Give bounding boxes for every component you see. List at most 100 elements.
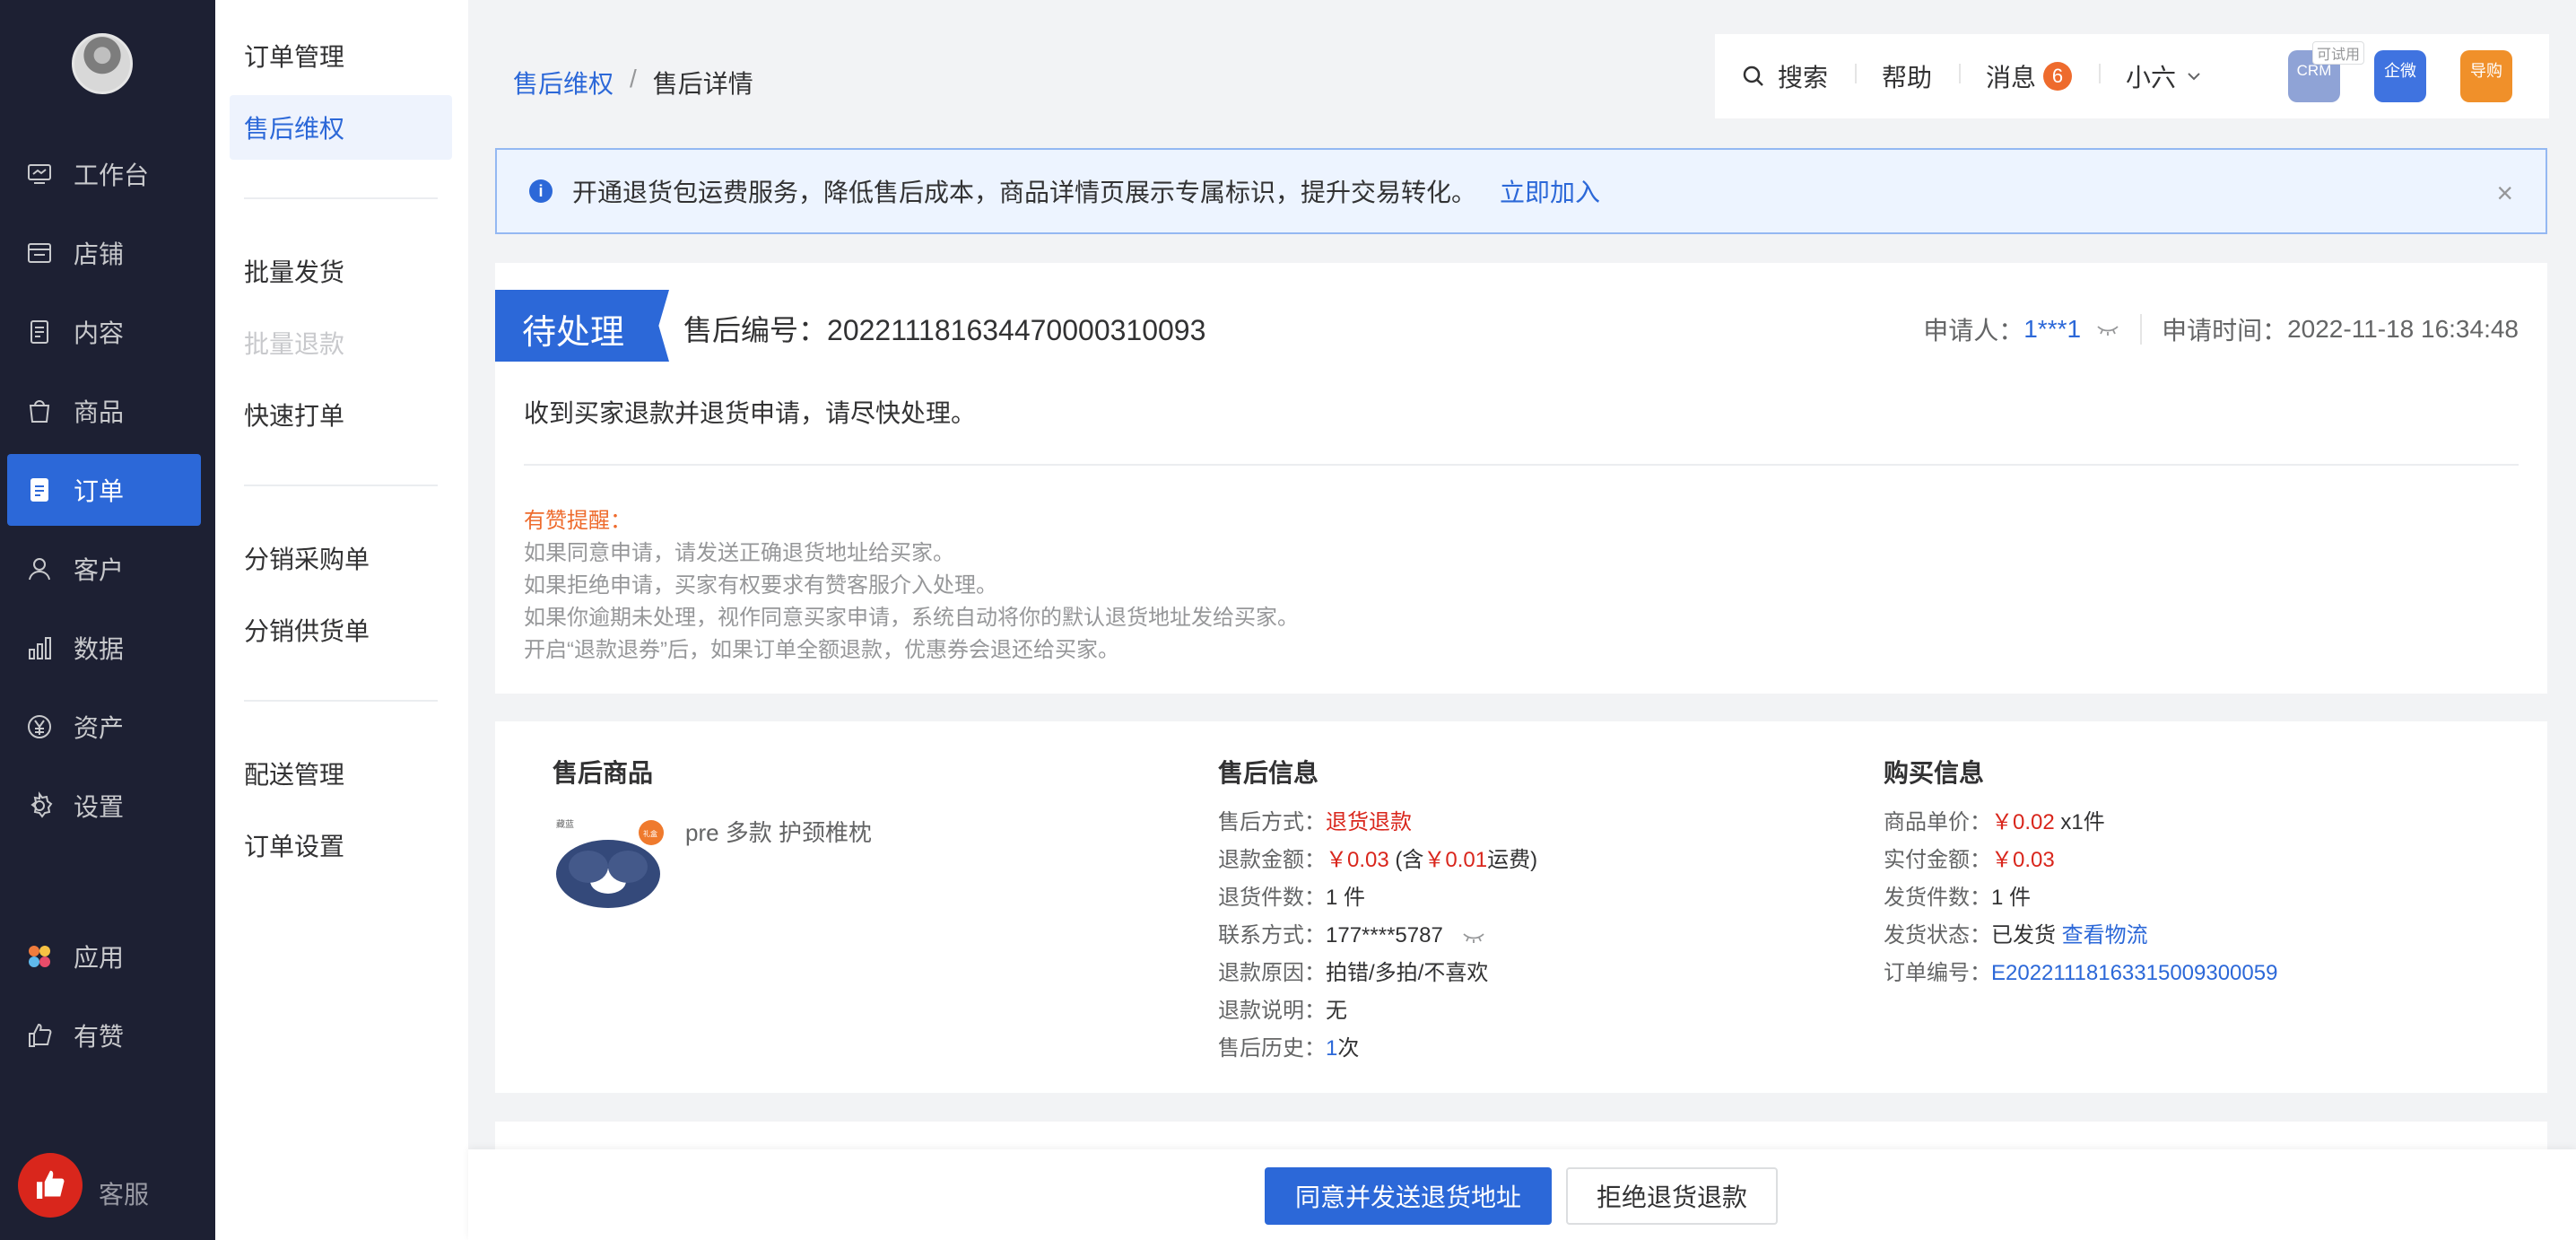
search-button[interactable]: 搜索 (1715, 58, 1855, 94)
nav-item-goods[interactable]: 商品 (7, 375, 201, 447)
order-number-link[interactable]: E20221118163315009300059 (1991, 961, 2277, 985)
subnav-item-distribution-purchase[interactable]: 分销采购单 (230, 526, 452, 590)
nav-item-order[interactable]: 订单 (7, 454, 201, 526)
product-image-tag: 藏蓝 (556, 819, 574, 830)
breadcrumb-current: 售后详情 (652, 70, 753, 98)
aftersale-method-row: 售后方式：退货退款 (1218, 804, 1537, 842)
messages-button[interactable]: 消息 6 (1959, 58, 2099, 94)
user-menu[interactable]: 小六 (2099, 58, 2230, 94)
return-count-row: 退货件数：1 件 (1218, 879, 1537, 917)
wecom-label: 企微 (2384, 62, 2416, 80)
nav-label: 设置 (74, 793, 125, 821)
data-icon (29, 637, 51, 659)
nav-item-data[interactable]: 数据 (7, 612, 201, 684)
eye-closed-icon[interactable] (2095, 320, 2120, 338)
tip-line: 如果拒绝申请，买家有权要求有赞客服介入处理。 (524, 573, 997, 598)
nav-item-store[interactable]: 店铺 (7, 217, 201, 289)
applicant-label: 申请人： (1923, 317, 2024, 345)
assets-icon (28, 715, 51, 738)
notice-banner: i 开通退货包运费服务，降低售后成本，商品详情页展示专属标识，提升交易转化。 立… (495, 148, 2547, 234)
case-number-value: 202211181634470000310093 (827, 314, 1206, 346)
subnav-divider (244, 197, 438, 199)
breadcrumb: 售后维权 / 售后详情 (513, 65, 753, 100)
subnav-divider (244, 700, 438, 702)
ship-count-row: 发货件数：1 件 (1884, 879, 2277, 917)
youzan-icon (29, 1023, 52, 1047)
paid-amount-value: ￥0.03 (1991, 848, 2055, 872)
nav-label: 应用 (74, 944, 125, 972)
subnav-item-delivery[interactable]: 配送管理 (230, 741, 452, 806)
thumbs-up-icon (37, 1170, 65, 1199)
nav-item-workbench[interactable]: 工作台 (7, 138, 201, 210)
help-link[interactable]: 帮助 (1855, 58, 1959, 94)
customer-service-button[interactable] (18, 1153, 83, 1218)
refund-amount-row: 退款金额：￥0.03 (含￥0.01运费) (1218, 842, 1537, 879)
product-image-badge: 礼盒 (643, 829, 657, 838)
paid-amount-row: 实付金额：￥0.03 (1884, 842, 2277, 879)
aftersale-history-row: 售后历史：1次 (1218, 1030, 1537, 1068)
notice-text: 开通退货包运费服务，降低售后成本，商品详情页展示专属标识，提升交易转化。 (572, 179, 1477, 206)
case-number: 售后编号：202211181634470000310093 (683, 308, 1205, 349)
product-section-title: 售后商品 (553, 759, 654, 787)
aftersale-method-value: 退货退款 (1326, 810, 1412, 834)
subnav-item-order-manage[interactable]: 订单管理 (230, 23, 452, 88)
case-number-label: 售后编号： (683, 314, 828, 346)
nav-item-settings[interactable]: 设置 (7, 770, 201, 842)
customer-icon (29, 558, 50, 581)
status-message: 收到买家退款并退货申请，请尽快处理。 (524, 399, 977, 427)
purchase-section-title: 购买信息 (1884, 759, 1985, 787)
help-label: 帮助 (1882, 64, 1933, 92)
contact-value: 177****5787 (1326, 923, 1443, 947)
join-now-link[interactable]: 立即加入 (1500, 173, 1600, 209)
subnav-item-batch-ship[interactable]: 批量发货 (230, 239, 452, 303)
close-icon[interactable]: × (2496, 177, 2513, 210)
nav-label: 客户 (74, 556, 125, 584)
shopping-guide-app-icon[interactable]: 导购 (2460, 50, 2512, 102)
field-label: 发货件数： (1884, 886, 1991, 910)
nav-label: 订单 (74, 477, 125, 505)
nav-label: 工作台 (74, 162, 150, 189)
apps-icon (29, 946, 50, 967)
aftersale-details-card: 售后商品 藏蓝 礼盒 pre 多款 护颈椎枕 售后信息 售后方式：退货退款 退款… (495, 721, 2547, 1093)
view-logistics-link[interactable]: 查看物流 (2062, 923, 2148, 947)
nav-item-assets[interactable]: 资产 (7, 691, 201, 763)
nav-label: 内容 (74, 319, 125, 347)
agree-send-address-button[interactable]: 同意并发送退货地址 (1265, 1167, 1552, 1225)
trial-tag: 可试用 (2312, 41, 2365, 65)
breadcrumb-separator: / (630, 65, 637, 92)
apply-time-value: 2022-11-18 16:34:48 (2287, 315, 2519, 343)
ship-status-row: 发货状态：已发货 查看物流 (1884, 917, 2277, 955)
subnav-item-aftersale[interactable]: 售后维权 (230, 95, 452, 160)
refund-reason-row: 退款原因：拍错/多拍/不喜欢 (1218, 955, 1537, 992)
product-name[interactable]: pre 多款 护颈椎枕 (685, 815, 872, 848)
field-label: 订单编号： (1884, 961, 1991, 985)
aftersale-history-link[interactable]: 1 (1326, 1036, 1337, 1061)
field-label: 实付金额： (1884, 848, 1991, 872)
store-icon (28, 243, 51, 263)
subnav-item-order-settings[interactable]: 订单设置 (230, 813, 452, 878)
field-label: 退货件数： (1218, 886, 1326, 910)
action-bar: 同意并发送退货地址 拒绝退货退款 (468, 1149, 2576, 1240)
wecom-app-icon[interactable]: 企微 (2374, 50, 2426, 102)
nav-item-customer[interactable]: 客户 (7, 533, 201, 605)
subnav-item-quick-print[interactable]: 快速打单 (230, 382, 452, 447)
aftersale-status-card: 待处理 售后编号：202211181634470000310093 申请人： 1… (495, 263, 2547, 694)
field-label: 商品单价： (1884, 810, 1991, 834)
nav-item-apps[interactable]: 应用 (7, 921, 201, 992)
nav-item-youzan[interactable]: 有赞 (7, 1000, 201, 1071)
amount-note-prefix: (含 (1395, 848, 1424, 872)
ship-status-value: 已发货 (1991, 923, 2056, 947)
history-unit: 次 (1337, 1036, 1360, 1061)
avatar[interactable] (72, 33, 133, 94)
tips-block: 有赞提醒： 如果同意申请，请发送正确退货地址给买家。 如果拒绝申请，买家有权要求… (524, 505, 1299, 667)
nav-item-content[interactable]: 内容 (7, 296, 201, 368)
applicant-value: 1***1 (2023, 315, 2082, 343)
product-image[interactable]: 藏蓝 礼盒 (553, 815, 664, 917)
amount-note-suffix: 运费) (1487, 848, 1538, 872)
settings-icon (30, 791, 53, 818)
subnav-item-distribution-supply[interactable]: 分销供货单 (230, 598, 452, 662)
customer-service-label: 客服 (99, 1181, 150, 1209)
reject-refund-button[interactable]: 拒绝退货退款 (1566, 1167, 1778, 1225)
breadcrumb-parent[interactable]: 售后维权 (513, 65, 614, 100)
eye-closed-icon[interactable] (1461, 928, 1486, 946)
